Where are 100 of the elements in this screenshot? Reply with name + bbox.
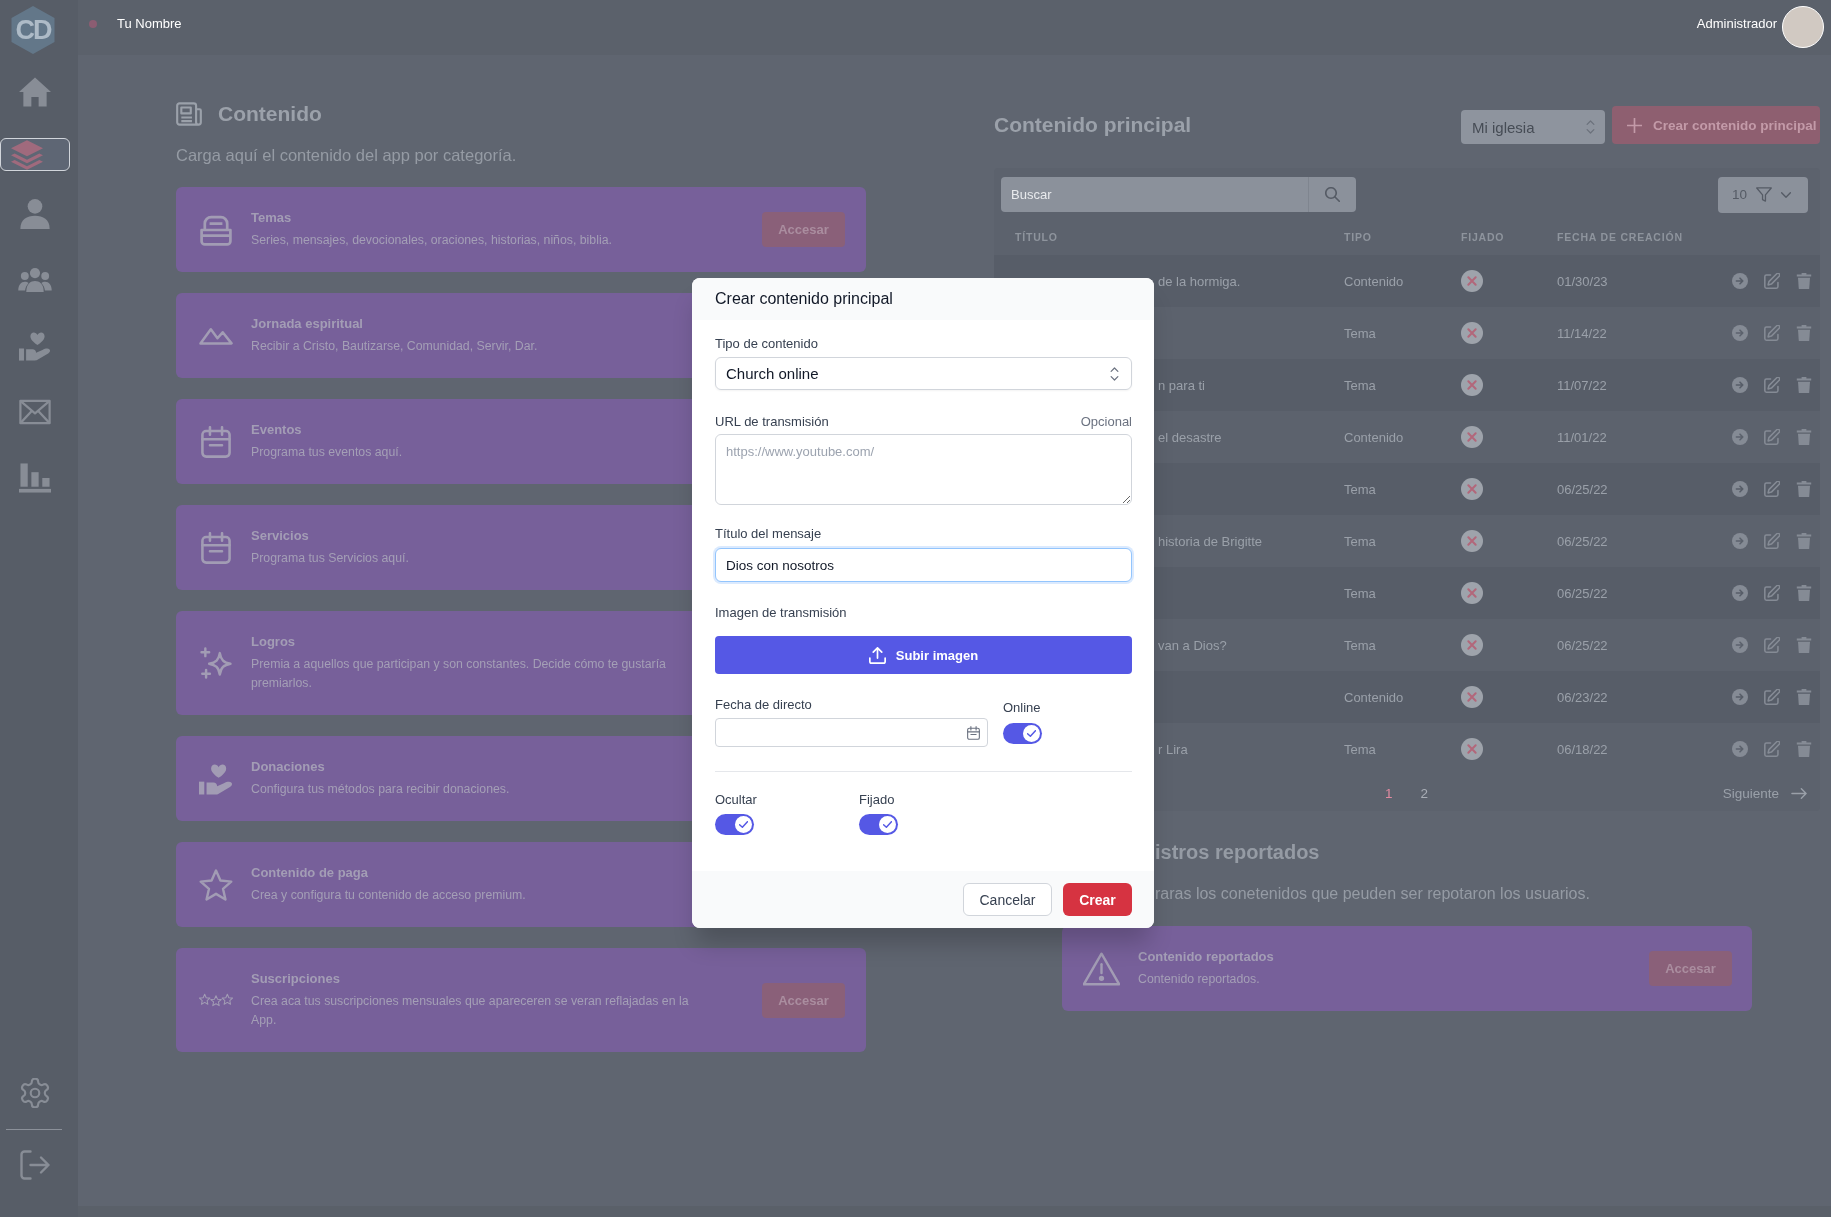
card-description: Configura tus métodos para recibir donaciones. bbox=[251, 781, 510, 798]
hide-toggle[interactable] bbox=[715, 814, 754, 835]
check-icon bbox=[1027, 730, 1036, 737]
table-cell: Tema bbox=[1344, 585, 1376, 601]
search-field[interactable]: Buscar bbox=[1001, 177, 1308, 212]
section-title: Contenido principal bbox=[994, 112, 1193, 137]
card-description: Crea aca tus suscripciones mensuales que apareceren se veran reflajadas en la App. bbox=[251, 993, 690, 1029]
edit-icon[interactable] bbox=[1764, 637, 1780, 653]
chevron-up-down-icon bbox=[1110, 366, 1119, 381]
card-title: Servicios bbox=[251, 527, 309, 544]
card-description: Programa tus Servicios aquí. bbox=[251, 550, 409, 567]
church-select[interactable]: Mi iglesia bbox=[1461, 110, 1605, 144]
edit-icon[interactable] bbox=[1764, 481, 1780, 497]
sidebar-item[interactable] bbox=[0, 138, 70, 171]
edit-icon[interactable] bbox=[1764, 689, 1780, 705]
card-description: Programa tus eventos aquí. bbox=[251, 444, 403, 461]
filter-icon bbox=[1756, 187, 1773, 202]
table-cell: r Lira bbox=[1158, 742, 1188, 757]
arrow-circle-icon[interactable] bbox=[1732, 741, 1748, 757]
upload-button[interactable]: Subir imagen bbox=[715, 636, 1132, 674]
edit-icon[interactable] bbox=[1764, 741, 1780, 757]
edit-icon[interactable] bbox=[1764, 533, 1780, 549]
dot-icon bbox=[89, 19, 97, 28]
card-title: Suscripciones bbox=[251, 970, 340, 987]
trash-icon[interactable] bbox=[1796, 377, 1812, 393]
arrow-circle-icon[interactable] bbox=[1732, 533, 1748, 549]
trash-icon[interactable] bbox=[1796, 637, 1812, 653]
card-title: Jornada espiritual bbox=[251, 315, 363, 332]
table-cell: 06/25/22 bbox=[1557, 533, 1608, 549]
create-content-button[interactable]: Crear contenido principal bbox=[1612, 106, 1820, 144]
page-link[interactable]: 1 bbox=[1385, 785, 1393, 801]
modal-title: Crear contenido principal bbox=[715, 290, 893, 308]
user-role: Administrador bbox=[1696, 16, 1777, 31]
table-cell: 01/30/23 bbox=[1557, 273, 1608, 289]
online-toggle[interactable] bbox=[1003, 723, 1042, 744]
table-cell: 11/07/22 bbox=[1557, 377, 1607, 393]
table-cell: de la hormiga. bbox=[1158, 274, 1241, 289]
trash-icon[interactable] bbox=[1796, 689, 1812, 705]
search-icon bbox=[1325, 187, 1340, 202]
table-cell: n para ti bbox=[1158, 378, 1205, 393]
table-cell: Tema bbox=[1344, 325, 1376, 341]
card-title: Logros bbox=[251, 633, 296, 650]
chevron-up-down-icon bbox=[1586, 120, 1595, 134]
next-link[interactable]: Siguiente bbox=[1722, 785, 1807, 801]
users-icon bbox=[18, 267, 52, 292]
edit-icon[interactable] bbox=[1764, 585, 1780, 601]
table-cell: van a Dios? bbox=[1158, 638, 1227, 653]
star-icon bbox=[199, 868, 233, 901]
sparkles-icon bbox=[199, 647, 233, 679]
cancel-button[interactable]: Cancelar bbox=[963, 883, 1052, 916]
user-icon bbox=[19, 198, 51, 229]
trash-icon[interactable] bbox=[1796, 429, 1812, 445]
arrow-circle-icon[interactable] bbox=[1732, 637, 1748, 653]
archive-box-icon bbox=[199, 213, 233, 246]
table-cell: Contenido bbox=[1344, 689, 1404, 705]
page-link[interactable]: 2 bbox=[1420, 785, 1429, 801]
arrow-circle-icon[interactable] bbox=[1732, 689, 1748, 705]
table-cell: 06/25/22 bbox=[1557, 585, 1608, 601]
field-label: Fecha de directo bbox=[715, 696, 812, 714]
table-cell: Tema bbox=[1344, 377, 1376, 393]
field-label: URL de transmisión bbox=[715, 413, 829, 431]
arrow-circle-icon[interactable] bbox=[1732, 585, 1748, 601]
trash-icon[interactable] bbox=[1796, 481, 1812, 497]
url-field[interactable]: https://www.youtube.com/ bbox=[715, 434, 1132, 505]
edit-icon[interactable] bbox=[1764, 429, 1780, 445]
arrow-circle-icon[interactable] bbox=[1732, 273, 1748, 289]
field-label: Fijado bbox=[859, 791, 895, 809]
trash-icon[interactable] bbox=[1796, 533, 1812, 549]
optional-label: Opcional bbox=[1080, 413, 1132, 431]
calendar-icon bbox=[967, 725, 980, 740]
calendar-icon bbox=[199, 531, 233, 564]
edit-icon[interactable] bbox=[1764, 377, 1780, 393]
arrow-circle-icon[interactable] bbox=[1732, 325, 1748, 341]
arrow-circle-icon[interactable] bbox=[1732, 481, 1748, 497]
message-title-field[interactable]: Dios con nosotros bbox=[715, 548, 1132, 582]
create-button[interactable]: Crear bbox=[1063, 883, 1132, 916]
card-title: Temas bbox=[251, 209, 292, 226]
card-title: Eventos bbox=[251, 421, 302, 438]
trash-icon[interactable] bbox=[1796, 741, 1812, 757]
trash-icon[interactable] bbox=[1796, 585, 1812, 601]
arrow-circle-icon[interactable] bbox=[1732, 429, 1748, 445]
plus-icon bbox=[1627, 117, 1642, 133]
check-icon bbox=[739, 821, 748, 828]
edit-icon[interactable] bbox=[1764, 325, 1780, 341]
field-label: Título del mensaje bbox=[715, 525, 822, 543]
pin-toggle[interactable] bbox=[859, 814, 898, 835]
avatar[interactable] bbox=[1782, 6, 1824, 48]
content-type-select[interactable]: Church online bbox=[715, 357, 1132, 390]
table-cell: Tema bbox=[1344, 637, 1376, 653]
card-description: Contenido reportados. bbox=[1138, 971, 1260, 988]
trash-icon[interactable] bbox=[1796, 273, 1812, 289]
search-button[interactable] bbox=[1308, 177, 1356, 212]
table-cell: 06/25/22 bbox=[1557, 481, 1608, 497]
user-name: Tu Nombre bbox=[117, 16, 182, 31]
arrow-circle-icon[interactable] bbox=[1732, 377, 1748, 393]
edit-icon[interactable] bbox=[1764, 273, 1780, 289]
mountain-icon bbox=[199, 325, 233, 346]
date-field[interactable] bbox=[715, 718, 988, 747]
trash-icon[interactable] bbox=[1796, 325, 1812, 341]
upload-icon bbox=[868, 646, 886, 664]
